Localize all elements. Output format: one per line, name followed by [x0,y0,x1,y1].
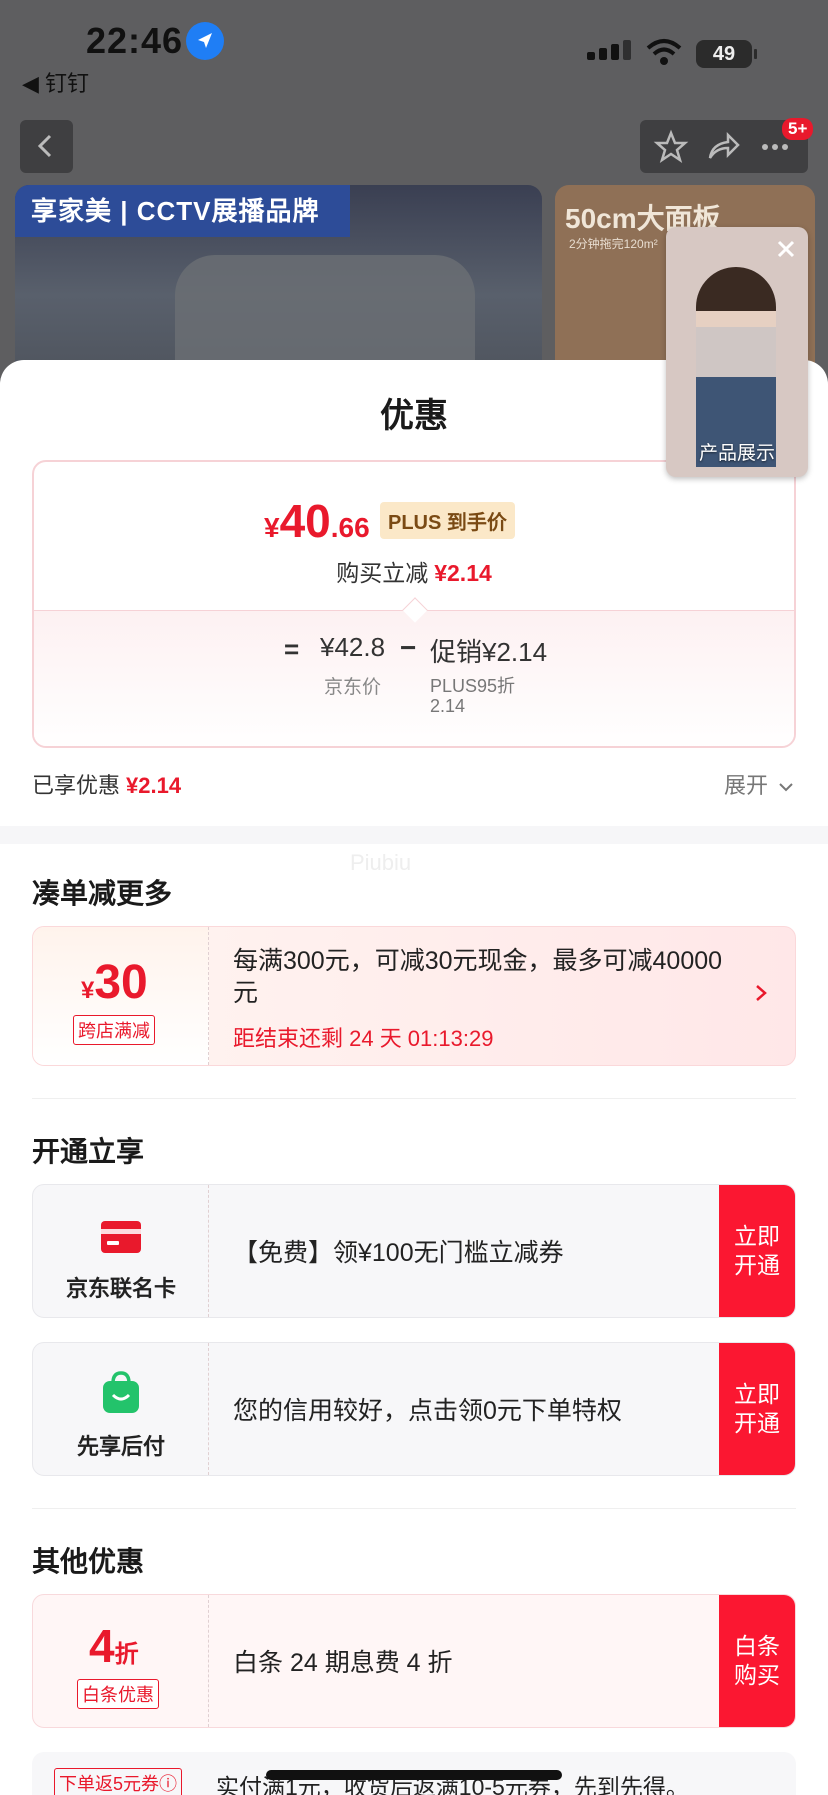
discount-sheet: 优惠 ¥40.66 PLUS 到手价 购买立减 ¥2.14 = ¥42.8 − 促… [0,360,828,1795]
close-icon[interactable] [772,235,800,263]
offer-left: 先享后付 [33,1343,209,1475]
jd-card-offer[interactable]: 京东联名卡 【免费】领¥100无门槛立减券 立即开通 [32,1184,796,1318]
section-title-activate: 开通立享 [32,1136,145,1167]
offer-description: 您的信用较好，点击领0元下单特权 [233,1397,622,1425]
baitiao-offer[interactable]: 4折 白条优惠 白条 24 期息费 4 折 白条购买 [32,1594,796,1728]
offer-left: 京东联名卡 [33,1185,209,1317]
price-summary: ¥40.66 PLUS 到手价 购买立减 ¥2.14 = ¥42.8 − 促销¥2… [32,460,796,748]
presenter-image [696,267,776,467]
enjoyed-discount: 已享优惠 ¥2.14 [32,773,182,798]
coupon-description: 每满300元，可减30元现金，最多可减40000元 [233,947,723,1007]
favorite-star-icon[interactable] [652,128,690,166]
cellular-signal-icon [587,40,631,60]
section-title-other: 其他优惠 [32,1546,145,1577]
watermark: Piubiu [350,850,412,875]
promo-discount: 促销¥2.14 [430,637,548,667]
pay-later-offer[interactable]: 先享后付 您的信用较好，点击领0元下单特权 立即开通 [32,1342,796,1476]
section-gap [0,826,828,844]
offer-left: 4折 白条优惠 [33,1595,209,1727]
wifi-icon [646,38,682,71]
activate-button[interactable]: 立即开通 [719,1343,795,1475]
shopping-bag-icon [103,1371,139,1413]
discount-rate: 4折 [89,1620,139,1672]
jd-price-label: 京东价 [324,677,382,698]
banner-subtitle: 2分钟拖完120m² [569,237,658,251]
status-bar: 22:46 ◀ 钉钉 49 [0,0,828,110]
offer-description: 白条 24 期息费 4 折 [233,1649,453,1677]
section-title-bundle: 凑单减更多 [32,878,173,909]
plus-price-tag: PLUS 到手价 [380,502,515,539]
coupon-tag: 跨店满减 [73,1015,155,1045]
instant-reduction: 购买立减 ¥2.14 [336,560,492,586]
product-image-main[interactable]: 享家美 | CCTV展播品牌 [15,185,542,385]
chevron-left-icon [37,134,52,158]
clock: 22:46 [86,20,184,61]
floating-video[interactable]: 产品展示 [666,227,808,477]
minus-sign: − [400,632,417,663]
battery-icon: 49 [696,40,757,68]
back-to-app-link[interactable]: ◀ 钉钉 [22,66,89,98]
divider [32,1098,796,1099]
video-caption: 产品展示 [698,443,775,464]
baitiao-buy-button[interactable]: 白条购买 [719,1595,795,1727]
home-indicator[interactable] [266,1770,562,1780]
final-price: ¥40.66 [264,495,370,547]
baitiao-tag: 白条优惠 [77,1679,159,1709]
message-count-badge: 5+ [782,118,814,140]
jd-price: ¥42.8 [320,632,386,662]
chevron-right-icon [756,985,767,1001]
price-breakdown-panel [34,610,794,746]
offer-description: 【免费】领¥100无门槛立减券 [233,1239,564,1267]
divider [32,1508,796,1509]
chevron-down-icon [779,783,793,792]
back-button[interactable] [20,120,73,173]
plus-discount-value: 2.14 [430,696,466,716]
cross-store-coupon[interactable]: ¥30 跨店满减 每满300元，可减30元现金，最多可减40000元 距结束还剩… [32,926,796,1066]
coupon-value: ¥30 [81,956,148,1009]
coupon-countdown: 距结束还剩 24 天 01:13:29 [233,1026,494,1051]
brand-banner: 享家美 | CCTV展播品牌 [15,185,350,237]
activate-button[interactable]: 立即开通 [719,1185,795,1317]
offer-name: 先享后付 [76,1434,165,1459]
share-icon[interactable] [704,128,742,166]
location-icon [186,22,224,60]
expand-button[interactable]: 展开 [724,768,794,800]
plus-discount-label: PLUS95折 [430,676,516,696]
equals-sign: = [284,634,300,664]
coupon-value-area: ¥30 跨店满减 [33,927,209,1065]
cashback-tag: 下单返5元券ⓘ [54,1768,183,1795]
credit-card-icon [101,1221,141,1253]
offer-name: 京东联名卡 [65,1276,176,1301]
